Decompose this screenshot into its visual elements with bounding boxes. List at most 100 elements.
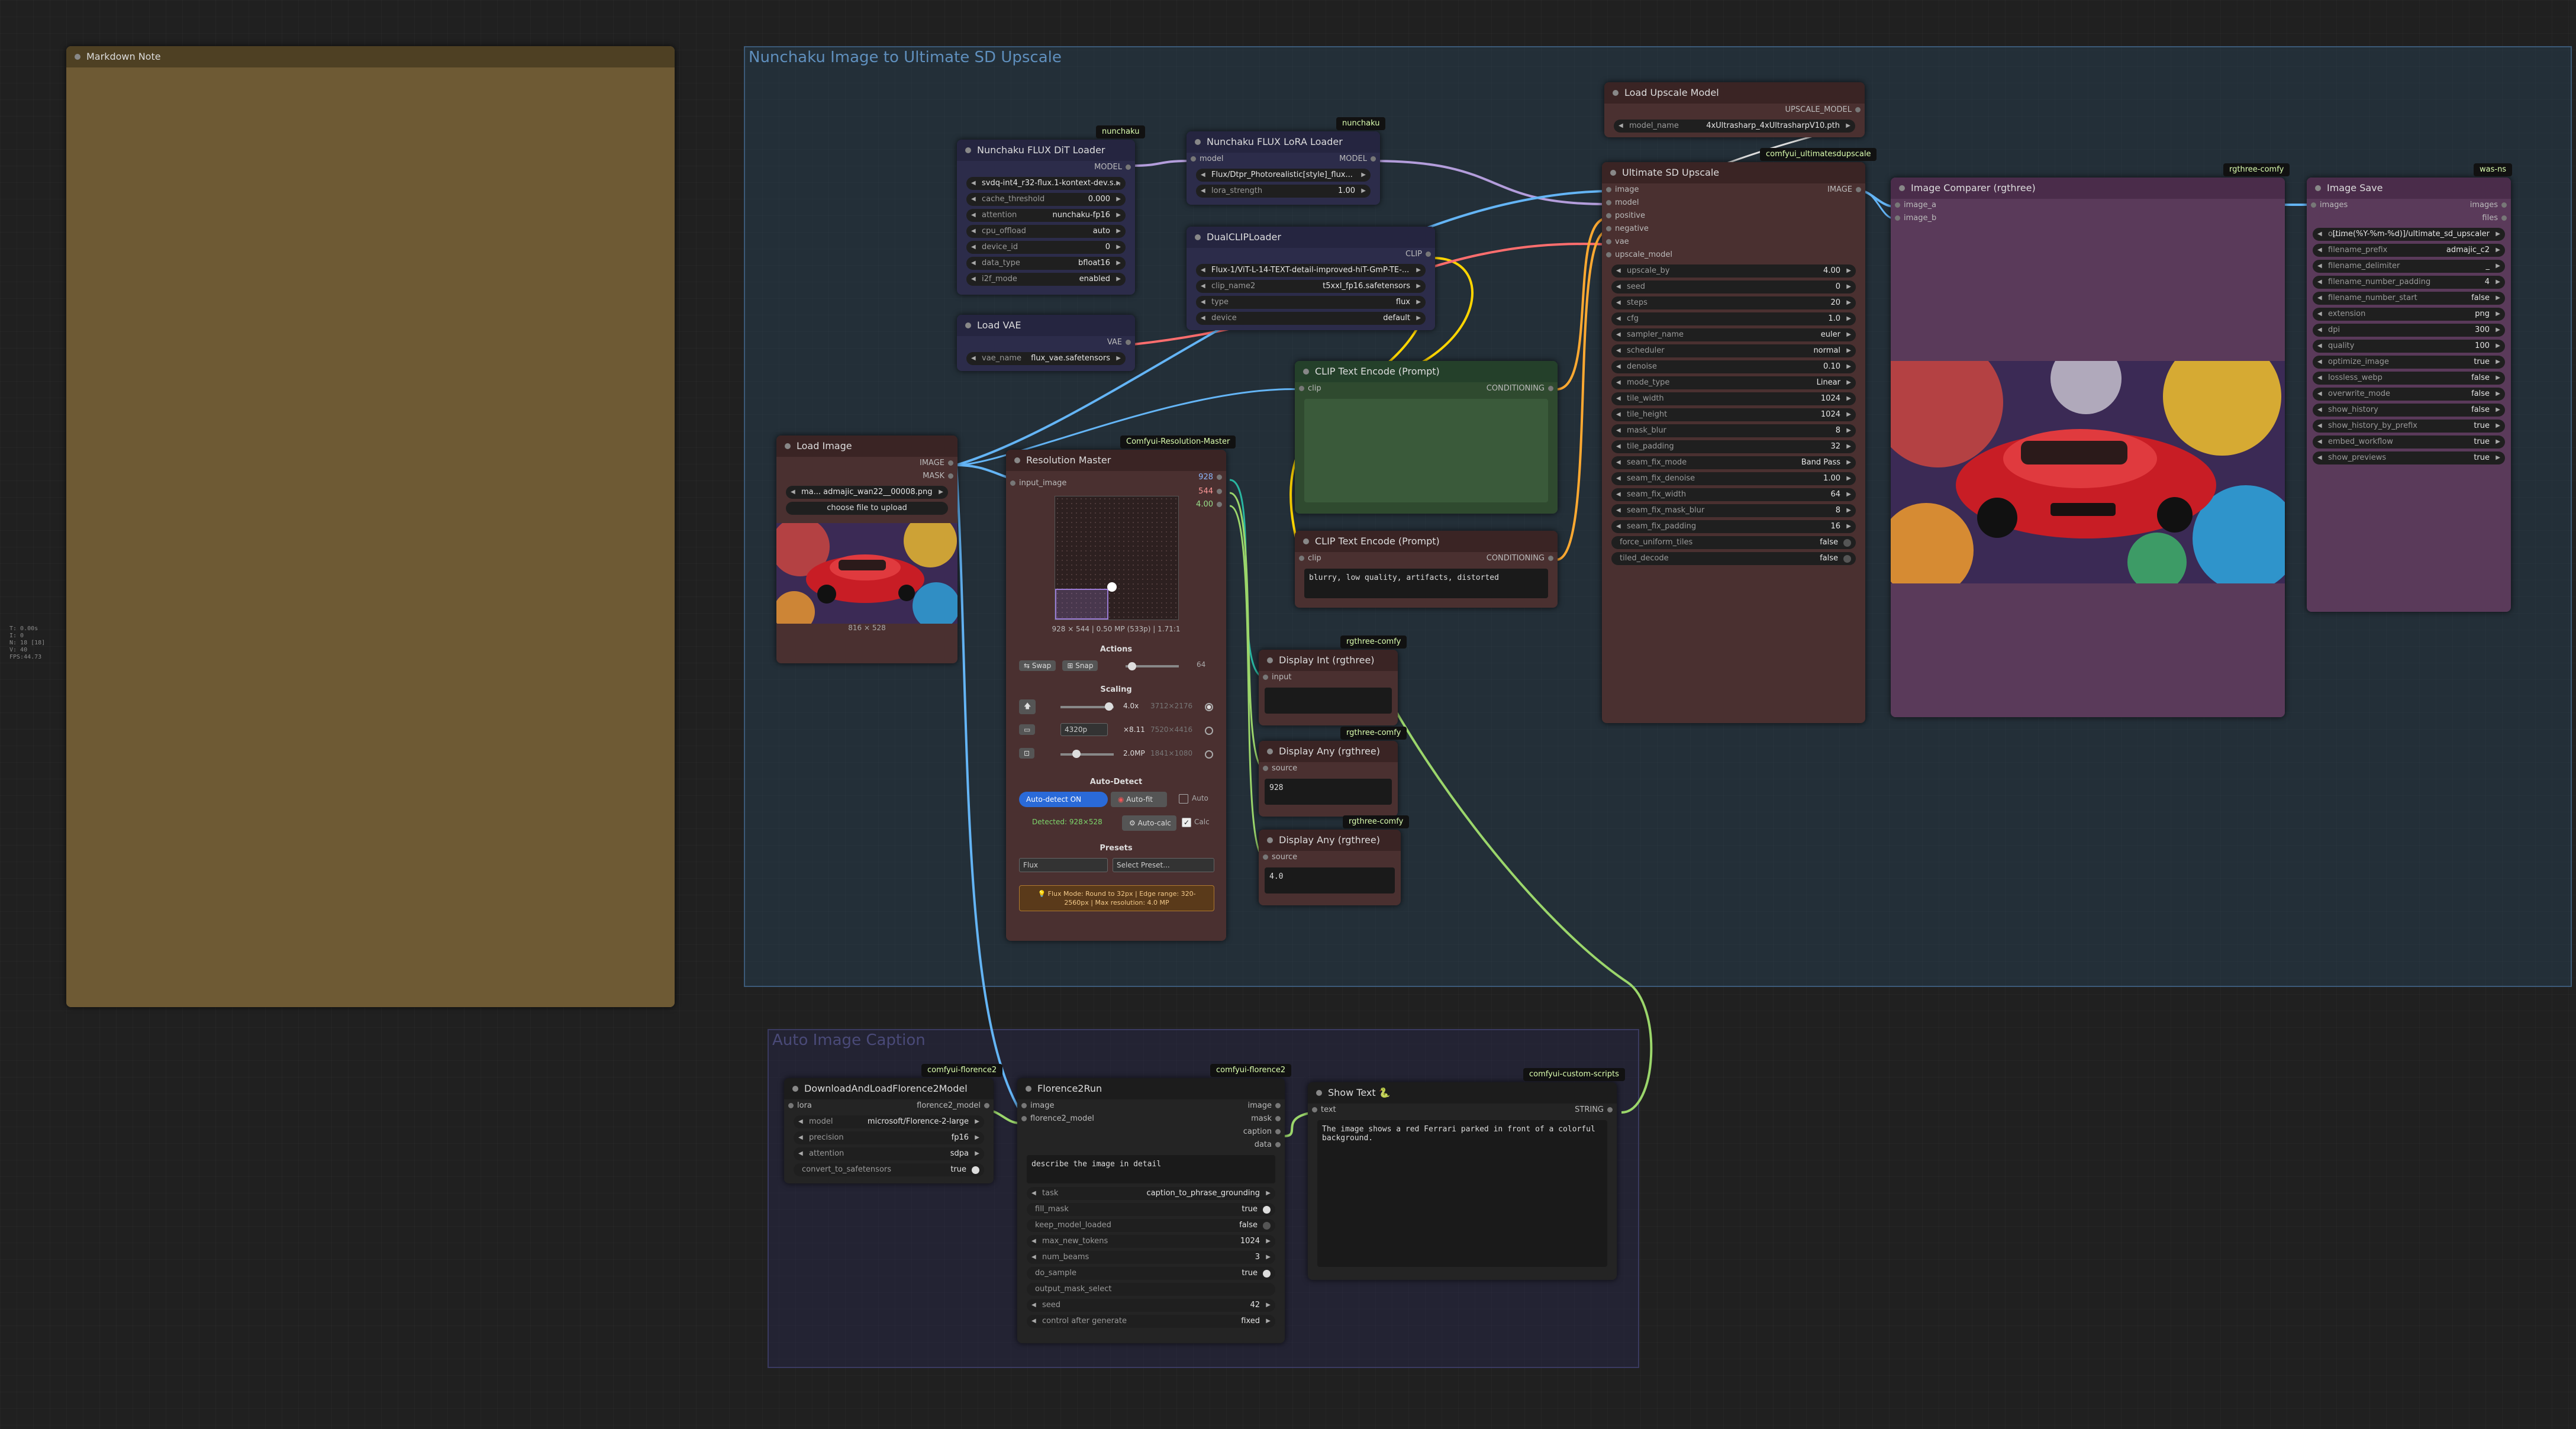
- widget-cache-threshold[interactable]: cache_threshold0.000: [966, 193, 1126, 206]
- widget-num-beams[interactable]: num_beams3: [1027, 1251, 1275, 1264]
- input-florence2-model[interactable]: florence2_model: [1017, 1112, 1094, 1125]
- input-source[interactable]: source: [1259, 762, 1398, 775]
- widget-image-file[interactable]: ma... admajic_wan22__00008.png: [786, 486, 948, 499]
- widget-denoise[interactable]: denoise0.10: [1611, 360, 1856, 373]
- input-model[interactable]: model: [1187, 153, 1223, 166]
- load-image-node[interactable]: Load Image IMAGE MASK ma... admajic_wan2…: [776, 436, 957, 663]
- output-images[interactable]: images: [2470, 199, 2511, 212]
- widget-seam-fix-denoise[interactable]: seam_fix_denoise1.00: [1611, 472, 1856, 485]
- res-radio[interactable]: [1205, 727, 1213, 735]
- resolution-handle[interactable]: [1107, 582, 1117, 592]
- widget-overwrite-mode[interactable]: overwrite_modefalse: [2313, 388, 2505, 401]
- widget-upscale-by[interactable]: upscale_by4.00: [1611, 264, 1856, 278]
- upscale-icon[interactable]: 🡅: [1019, 699, 1036, 714]
- widget-model[interactable]: modelmicrosoft/Florence-2-large: [794, 1115, 984, 1128]
- clip-text-encode-positive-node[interactable]: CLIP Text Encode (Prompt) clip CONDITIONI…: [1295, 361, 1558, 514]
- output-string[interactable]: STRING: [1575, 1104, 1617, 1117]
- widget-tile-width[interactable]: tile_width1024: [1611, 392, 1856, 405]
- upload-button[interactable]: choose file to upload: [786, 502, 948, 515]
- prompt-textarea[interactable]: [1304, 399, 1548, 502]
- clip-text-encode-negative-node[interactable]: CLIP Text Encode (Prompt) clip CONDITIONI…: [1295, 531, 1558, 608]
- resolution-master-node[interactable]: Resolution Master 928 input_image 544 4.…: [1006, 450, 1226, 941]
- markdown-body[interactable]: [66, 67, 675, 1007]
- widget-scheduler[interactable]: schedulernormal: [1611, 344, 1856, 357]
- widget-show-history-by-prefix[interactable]: show_history_by_prefixtrue: [2313, 420, 2505, 433]
- widget-clip-name2[interactable]: clip_name2t5xxl_fp16.safetensors: [1196, 280, 1426, 293]
- widget-filename-number-padding[interactable]: filename_number_padding4: [2313, 276, 2505, 289]
- output-caption[interactable]: caption: [1017, 1125, 1285, 1138]
- image-comparer-node[interactable]: Image Comparer (rgthree) image_a image_b: [1891, 178, 2285, 717]
- output-upscale-model[interactable]: UPSCALE_MODEL: [1604, 104, 1865, 117]
- widget-model-name[interactable]: model_name4xUltrasharp_4xUltrasharpV10.p…: [1614, 120, 1855, 133]
- input-model[interactable]: model: [1602, 196, 1865, 209]
- scale-row[interactable]: 🡅 4.0x 3712×2176: [1019, 699, 1214, 716]
- widget-show-history[interactable]: show_historyfalse: [2313, 404, 2505, 417]
- auto-checkbox[interactable]: [1179, 794, 1188, 804]
- widget-tile-height[interactable]: tile_height1024: [1611, 408, 1856, 421]
- florence-load-node[interactable]: DownloadAndLoadFlorence2Model lora floren…: [784, 1078, 994, 1183]
- florence-run-node[interactable]: Florence2Run image image florence2_model m…: [1017, 1078, 1285, 1343]
- prompt-textarea[interactable]: describe the image in detail: [1027, 1155, 1275, 1183]
- scale-slider-thumb[interactable]: [1105, 702, 1113, 711]
- output-conditioning[interactable]: CONDITIONING: [1487, 552, 1558, 565]
- toggle-do-sample[interactable]: do_sample true: [1027, 1267, 1275, 1280]
- toggle-convert-to-safetensors[interactable]: convert_to_safetensors true: [794, 1163, 984, 1176]
- res-row[interactable]: ▭ 4320p ×8.11 7520×4416: [1019, 723, 1214, 740]
- output-florence2-model[interactable]: florence2_model: [917, 1099, 994, 1112]
- display-any-node-2[interactable]: Display Any (rgthree) source 4.0: [1259, 830, 1401, 905]
- preset-category-select[interactable]: Flux: [1019, 858, 1108, 872]
- snap-button[interactable]: ⊞ Snap: [1062, 660, 1098, 671]
- widget-ou-[interactable]: ou...[time(%Y-%m-%d)]/ultimate_sd_upscal…: [2313, 228, 2505, 241]
- widget-steps[interactable]: steps20: [1611, 296, 1856, 309]
- widget-precision[interactable]: precisionfp16: [794, 1131, 984, 1144]
- widget-cpu-offload[interactable]: cpu_offloadauto: [966, 225, 1126, 238]
- output-conditioning[interactable]: CONDITIONING: [1487, 382, 1558, 395]
- widget-show-previews[interactable]: show_previewstrue: [2313, 451, 2505, 464]
- widget-embed-workflow[interactable]: embed_workflowtrue: [2313, 436, 2505, 449]
- widget-filename-number-start[interactable]: filename_number_startfalse: [2313, 292, 2505, 305]
- megapixel-icon[interactable]: ⊡: [1019, 748, 1035, 759]
- output-data[interactable]: data: [1017, 1138, 1285, 1151]
- swap-button[interactable]: ⇆ Swap: [1019, 660, 1056, 671]
- autocalc-button[interactable]: ⚙ Auto-calc: [1122, 815, 1176, 831]
- widget-clip-name1[interactable]: Flux-1/ViT-L-14-TEXT-detail-improved-hiT…: [1196, 264, 1426, 277]
- widget-sampler-name[interactable]: sampler_nameeuler: [1611, 328, 1856, 341]
- input-positive[interactable]: positive: [1602, 209, 1865, 222]
- widget-mode-type[interactable]: mode_typeLinear: [1611, 376, 1856, 389]
- image-save-node[interactable]: Image Save images images files ou...[time…: [2307, 178, 2511, 612]
- calc-checkbox[interactable]: ✓: [1182, 818, 1191, 827]
- widget-attention[interactable]: attentionnunchaku-fp16: [966, 209, 1126, 222]
- output-clip[interactable]: CLIP: [1187, 248, 1435, 261]
- widget-lora-strength[interactable]: lora_strength1.00: [1196, 185, 1371, 198]
- widget-quality[interactable]: quality100: [2313, 340, 2505, 353]
- input-image[interactable]: image: [1017, 1099, 1055, 1112]
- widget-output-mask-select[interactable]: output_mask_select: [1027, 1283, 1275, 1296]
- input-image-b[interactable]: image_b: [1891, 212, 2285, 225]
- widget-seed[interactable]: seed0: [1611, 280, 1856, 293]
- input-images[interactable]: images: [2307, 199, 2348, 212]
- output-image[interactable]: image: [1248, 1099, 1285, 1112]
- comparer-image[interactable]: [1891, 361, 2285, 583]
- widget-dpi[interactable]: dpi300: [2313, 324, 2505, 337]
- widget-seam-fix-padding[interactable]: seam_fix_padding16: [1611, 520, 1856, 533]
- widget-seam-fix-mask-blur[interactable]: seam_fix_mask_blur8: [1611, 504, 1856, 517]
- input-upscale-model[interactable]: upscale_model: [1602, 249, 1865, 262]
- widget-mask-blur[interactable]: mask_blur8: [1611, 424, 1856, 437]
- widget-vae-name[interactable]: vae_nameflux_vae.safetensors: [966, 352, 1126, 365]
- widget-lossless-webp[interactable]: lossless_webpfalse: [2313, 372, 2505, 385]
- input-input[interactable]: input: [1259, 671, 1398, 684]
- widget-seed[interactable]: seed42: [1027, 1299, 1275, 1312]
- ultimate-sd-upscale-node[interactable]: Ultimate SD Upscale image IMAGE model pos…: [1602, 162, 1865, 723]
- output-files[interactable]: files: [2307, 212, 2511, 225]
- resolution-icon[interactable]: ▭: [1019, 724, 1036, 735]
- output-model[interactable]: MODEL: [957, 161, 1135, 174]
- autofit-button[interactable]: ◉ Auto-fit: [1111, 792, 1167, 807]
- widget-i2f-mode[interactable]: i2f_modeenabled: [966, 273, 1126, 286]
- output-mask[interactable]: MASK: [776, 470, 957, 483]
- widget-extension[interactable]: extensionpng: [2313, 308, 2505, 321]
- widget-seam-fix-mode[interactable]: seam_fix_modeBand Pass: [1611, 456, 1856, 469]
- toggle-fill-mask[interactable]: fill_mask true: [1027, 1203, 1275, 1216]
- widget-task[interactable]: taskcaption_to_phrase_grounding: [1027, 1187, 1275, 1200]
- markdown-note-node[interactable]: Markdown Note: [66, 46, 675, 1007]
- resolution-select[interactable]: 4320p: [1060, 723, 1108, 736]
